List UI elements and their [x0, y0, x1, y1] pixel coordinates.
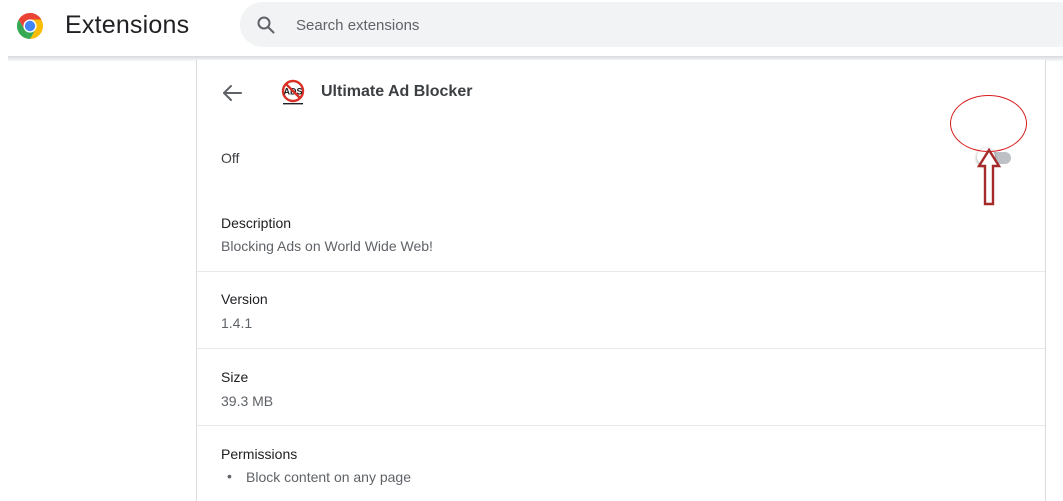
permissions-label: Permissions — [221, 446, 298, 462]
divider — [197, 425, 1045, 426]
divider — [197, 348, 1045, 349]
extension-name: Ultimate Ad Blocker — [321, 83, 473, 100]
divider — [197, 271, 1045, 272]
extension-status: Off — [221, 150, 240, 166]
search-bar[interactable] — [240, 2, 1063, 47]
search-icon[interactable] — [256, 15, 276, 35]
size-label: Size — [221, 369, 249, 385]
back-arrow-icon[interactable] — [217, 78, 247, 108]
description-label: Description — [221, 215, 292, 231]
size-value: 39.3 MB — [221, 393, 274, 409]
description-value: Blocking Ads on World Wide Web! — [221, 238, 433, 254]
version-value: 1.4.1 — [221, 315, 253, 331]
annotation-ellipse — [950, 95, 1027, 152]
permission-bullet: • — [227, 468, 232, 484]
header-bar: Extensions — [0, 0, 1063, 56]
search-input[interactable] — [296, 10, 896, 40]
permission-item: Block content on any page — [246, 469, 412, 485]
chrome-logo-icon — [16, 13, 44, 39]
extensions-page: Extensions ADS Ultimate Ad Blocker Off — [0, 0, 1063, 501]
page-title: Extensions — [65, 11, 190, 39]
annotation-up-arrow-icon — [976, 148, 1002, 206]
version-label: Version — [221, 291, 268, 307]
extension-detail-card: ADS Ultimate Ad Blocker Off Description … — [196, 60, 1046, 501]
no-ads-icon: ADS — [281, 79, 305, 105]
